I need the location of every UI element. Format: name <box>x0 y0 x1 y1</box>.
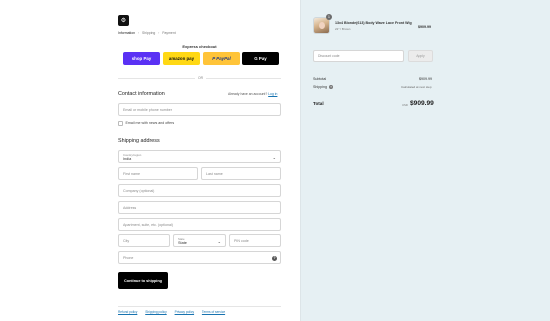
state-value: State <box>178 240 187 245</box>
breadcrumb-payment: Payment <box>162 31 176 35</box>
shipping-title: Shipping address <box>118 138 160 144</box>
first-name-field[interactable]: First name <box>118 167 198 180</box>
apply-button[interactable]: Apply <box>408 50 433 62</box>
subtotal-value: $909.99 <box>419 77 432 81</box>
last-name-field[interactable]: Last name <box>201 167 281 180</box>
have-account-text: Already have an account? Log in <box>228 92 277 96</box>
chevron-down-icon: ⌄ <box>272 155 276 160</box>
or-divider-label: OR <box>195 75 207 80</box>
breadcrumb-information[interactable]: Information <box>118 31 135 35</box>
apartment-field[interactable]: Apartment, suite, etc. (optional) <box>118 218 281 231</box>
checkout-main: ⚙ Information › Shipping › Payment Expre… <box>0 0 300 321</box>
product-price: $909.99 <box>418 25 431 29</box>
breadcrumb-shipping: Shipping <box>142 31 156 35</box>
contact-title: Contact information <box>118 91 165 97</box>
address-placeholder: Address <box>123 205 137 210</box>
shipping-row: Shipping ? <box>313 85 333 89</box>
continue-to-shipping-button[interactable]: Continue to shipping <box>118 272 168 289</box>
store-logo[interactable]: ⚙ <box>118 15 129 26</box>
express-checkout: Express checkout shop Pay amazon pay P P… <box>118 44 281 70</box>
total-value: $909.99 <box>410 100 434 107</box>
footer-divider <box>118 306 281 307</box>
chevron-right-icon: › <box>137 31 140 35</box>
phone-placeholder: Phone <box>123 255 134 260</box>
newsletter-checkbox[interactable] <box>118 121 123 126</box>
checkout-page: ⚙ Information › Shipping › Payment Expre… <box>0 0 550 321</box>
apartment-placeholder: Apartment, suite, etc. (optional) <box>123 222 173 227</box>
country-value: India <box>123 156 132 161</box>
terms-of-service-link[interactable]: Terms of service <box>202 310 225 314</box>
newsletter-option[interactable]: Email me with news and offers <box>118 121 174 126</box>
product-image-face <box>319 22 325 29</box>
breadcrumb: Information › Shipping › Payment <box>118 31 178 35</box>
first-name-placeholder: First name <box>123 171 140 176</box>
city-field[interactable]: City <box>118 234 170 247</box>
shipping-label: Shipping <box>313 85 327 89</box>
amazon-pay-button[interactable]: amazon pay <box>163 52 200 65</box>
pin-code-placeholder: PIN code <box>234 238 249 243</box>
login-link[interactable]: Log in <box>268 92 277 96</box>
shop-pay-button[interactable]: shop Pay <box>123 52 160 65</box>
phone-field[interactable]: Phone ? <box>118 251 281 264</box>
state-select[interactable]: State State ⌄ <box>173 234 226 247</box>
shipping-policy-link[interactable]: Shipping policy <box>145 310 166 314</box>
quantity-badge: 1 <box>326 14 332 20</box>
country-select[interactable]: Country/region India ⌄ <box>118 150 281 163</box>
order-summary <box>300 0 550 321</box>
email-field[interactable]: Email or mobile phone number <box>118 103 281 116</box>
help-icon[interactable]: ? <box>272 255 277 261</box>
company-field[interactable]: Company (optional) <box>118 184 281 197</box>
discount-placeholder: Discount code <box>318 54 340 58</box>
discount-code-field[interactable]: Discount code <box>313 50 404 62</box>
google-pay-button[interactable]: G Pay <box>242 52 279 65</box>
footer-links: Refund policy Shipping policy Privacy po… <box>118 310 232 314</box>
have-account-label: Already have an account? <box>228 92 268 96</box>
last-name-placeholder: Last name <box>206 171 223 176</box>
email-placeholder: Email or mobile phone number <box>123 107 172 112</box>
pin-code-field[interactable]: PIN code <box>229 234 281 247</box>
product-name: 13x4 Blonde(613) Body Wave Lace Front Wi… <box>335 21 412 25</box>
city-placeholder: City <box>123 238 130 243</box>
paypal-button[interactable]: P PayPal <box>203 52 240 65</box>
shipping-value: Calculated at next step <box>401 85 432 89</box>
company-placeholder: Company (optional) <box>123 188 155 193</box>
help-icon[interactable]: ? <box>329 85 333 89</box>
logo-icon: ⚙ <box>120 18 127 24</box>
refund-policy-link[interactable]: Refund policy <box>118 310 137 314</box>
total-label: Total <box>313 101 324 106</box>
chevron-right-icon: › <box>158 31 160 35</box>
express-checkout-title: Express checkout <box>182 44 217 49</box>
chevron-down-icon: ⌄ <box>217 239 221 244</box>
product-variant: 22" / Brown <box>335 27 351 31</box>
currency-code: USD <box>402 103 408 107</box>
newsletter-label: Email me with news and offers <box>125 121 175 126</box>
address-field[interactable]: Address <box>118 201 281 214</box>
privacy-policy-link[interactable]: Privacy policy <box>175 310 195 314</box>
subtotal-label: Subtotal <box>313 77 327 81</box>
